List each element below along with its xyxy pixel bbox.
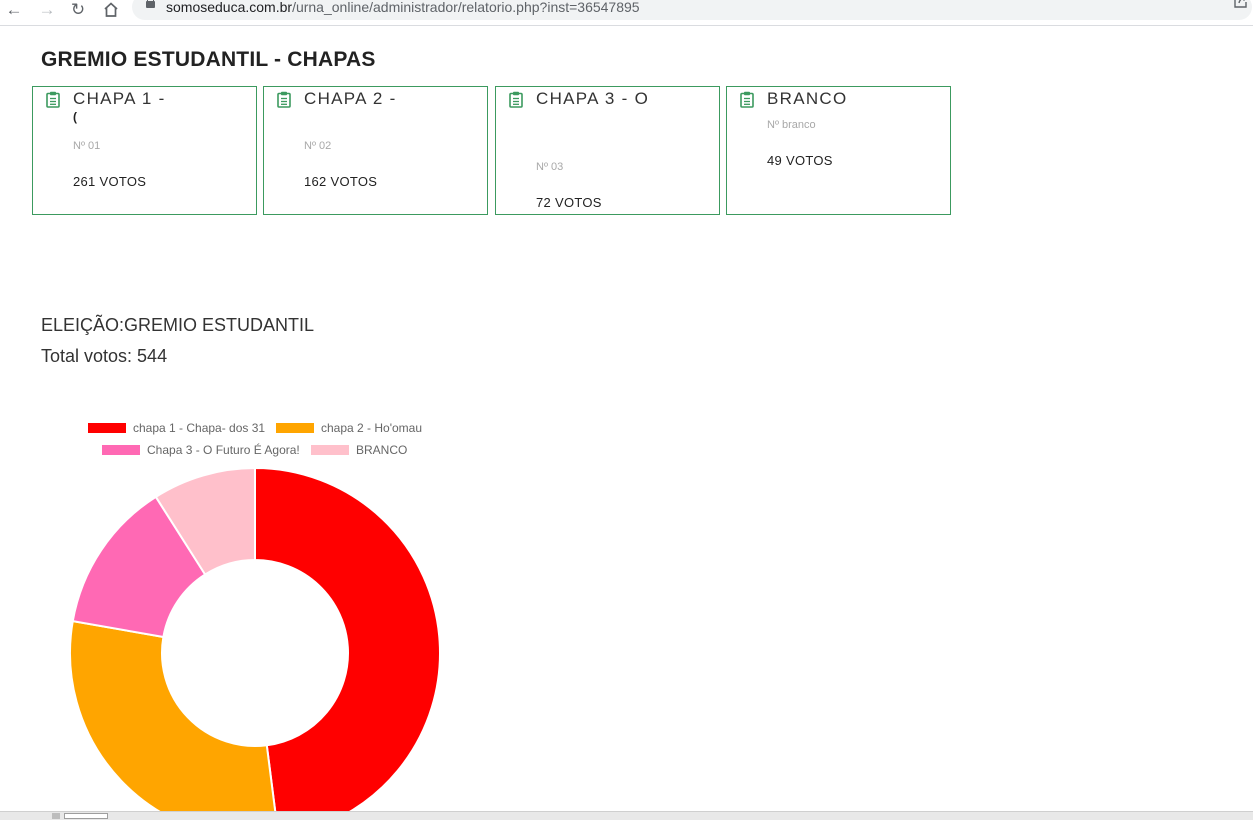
clipboard-icon xyxy=(509,91,523,108)
legend-item-chapa-2[interactable]: chapa 2 - Ho'omau xyxy=(276,421,422,435)
legend-label: BRANCO xyxy=(356,443,408,457)
legend-item-branco[interactable]: BRANCO xyxy=(311,443,407,457)
slice-chapa-2[interactable] xyxy=(69,619,278,819)
address-bar[interactable]: somoseduca.com.br/urna_online/administra… xyxy=(132,0,1252,20)
chapa-card-1: CHAPA 1 - ( Nº 01 261 VOTOS xyxy=(32,86,257,215)
card-number: Nº branco xyxy=(767,119,816,131)
election-name: ELEIÇÃO:GREMIO ESTUDANTIL xyxy=(41,315,315,335)
chapa-card-2: CHAPA 2 - Nº 02 162 VOTOS xyxy=(263,86,488,215)
card-votes: 261 VOTOS xyxy=(73,174,147,189)
scroll-left-button[interactable] xyxy=(52,813,60,819)
clipboard-icon xyxy=(740,91,754,108)
clipboard-icon xyxy=(277,91,291,108)
scrollbar-thumb[interactable] xyxy=(64,813,108,819)
arrow-left-icon[interactable]: ← xyxy=(4,0,24,18)
url-path: /urna_online/administrador/relatorio.php… xyxy=(292,0,640,15)
clipboard-icon xyxy=(46,91,60,108)
card-title: CHAPA 3 - O xyxy=(536,89,650,108)
legend-label: Chapa 3 - O Futuro É Agora! xyxy=(147,443,300,457)
card-number: Nº 03 xyxy=(536,161,564,173)
slice-chapa-1[interactable] xyxy=(254,466,441,819)
branco-card: BRANCO Nº branco 49 VOTOS xyxy=(726,86,951,215)
legend-item-chapa-1[interactable]: chapa 1 - Chapa- dos 31 xyxy=(88,421,265,435)
url-text: somoseduca.com.br/urna_online/administra… xyxy=(166,0,640,15)
legend-swatch xyxy=(102,445,140,455)
card-subtitle: ( xyxy=(73,110,77,124)
browser-toolbar: ← → ↻ somoseduca.com.br/urna_online/admi… xyxy=(0,0,1253,26)
home-icon[interactable] xyxy=(101,0,121,18)
legend-swatch xyxy=(311,445,349,455)
legend-label: chapa 1 - Chapa- dos 31 xyxy=(133,421,266,435)
card-votes: 162 VOTOS xyxy=(304,174,378,189)
reload-icon[interactable]: ↻ xyxy=(68,0,88,18)
legend-item-chapa-3[interactable]: Chapa 3 - O Futuro É Agora! xyxy=(102,443,300,457)
legend-swatch xyxy=(88,423,126,433)
legend-swatch xyxy=(276,423,314,433)
card-title: CHAPA 1 - xyxy=(73,89,166,108)
share-icon[interactable] xyxy=(1233,0,1248,12)
total-votes: Total votos: 544 xyxy=(41,346,168,366)
card-title: CHAPA 2 - xyxy=(304,89,397,108)
card-votes: 72 VOTOS xyxy=(536,195,602,210)
legend-label: chapa 2 - Ho'omau xyxy=(321,421,423,435)
votes-doughnut-chart xyxy=(69,466,441,819)
card-votes: 49 VOTOS xyxy=(767,153,833,168)
chapa-card-3: CHAPA 3 - O Nº 03 72 VOTOS xyxy=(495,86,720,215)
card-number: Nº 01 xyxy=(73,140,101,152)
page-title: GREMIO ESTUDANTIL - CHAPAS xyxy=(41,48,376,71)
url-host: somoseduca.com.br xyxy=(166,0,293,15)
card-title: BRANCO xyxy=(767,89,848,108)
card-number: Nº 02 xyxy=(304,140,332,152)
lock-icon xyxy=(146,0,155,8)
arrow-right-icon[interactable]: → xyxy=(37,0,57,18)
